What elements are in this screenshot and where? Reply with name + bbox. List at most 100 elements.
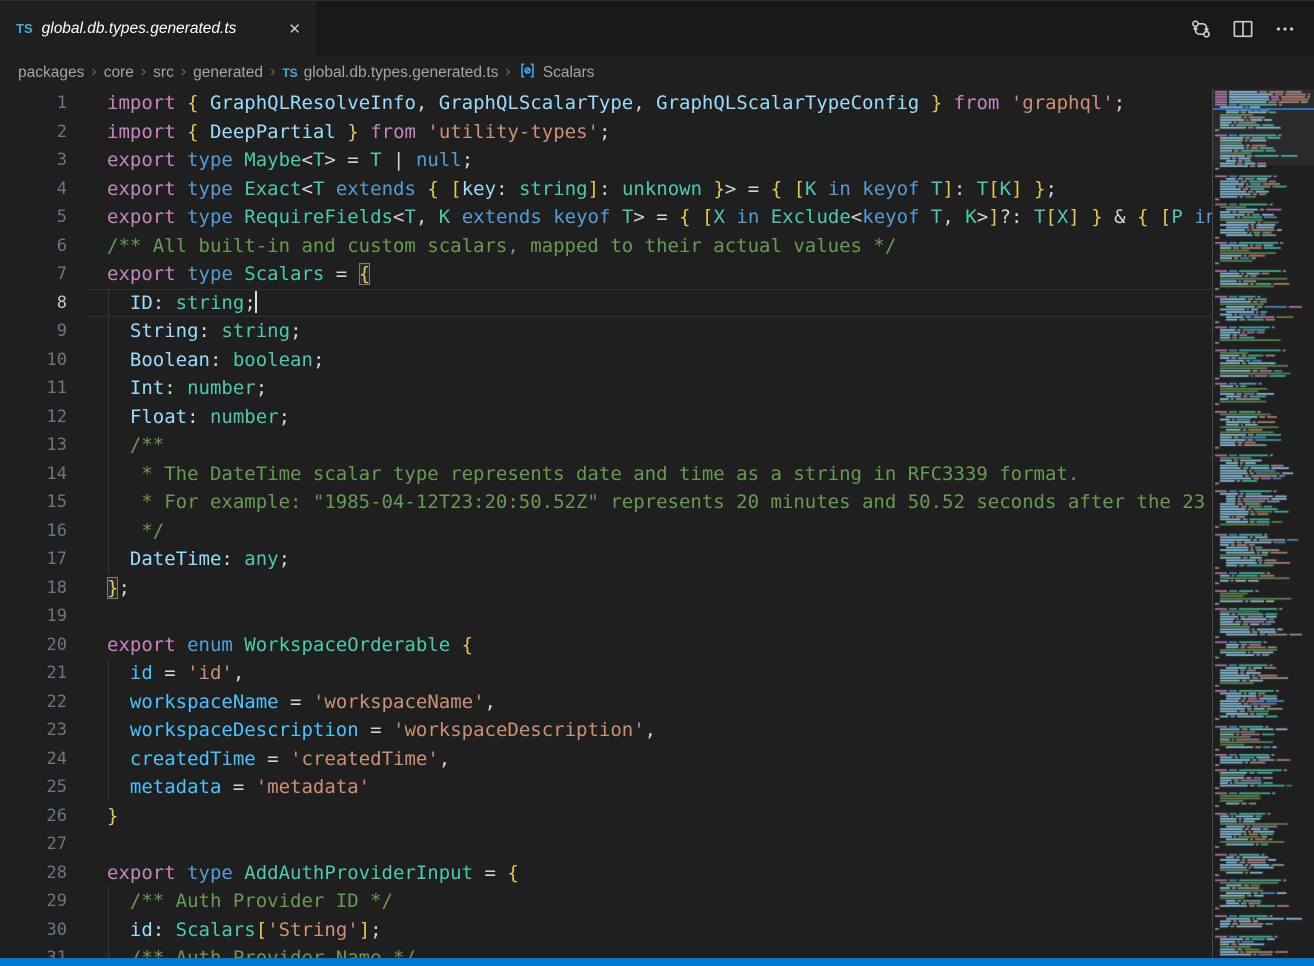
code-line[interactable]: Boolean: boolean; (88, 346, 1212, 375)
split-editor-icon[interactable] (1226, 12, 1260, 46)
code-line[interactable]: import { GraphQLResolveInfo, GraphQLScal… (88, 89, 1212, 118)
line-number[interactable]: 22 (0, 688, 88, 717)
indent-guide (108, 659, 109, 688)
code-line[interactable]: Float: number; (88, 403, 1212, 432)
line-number[interactable]: 29 (0, 887, 88, 916)
code-line[interactable]: id = 'id', (88, 659, 1212, 688)
line-number[interactable]: 2 (0, 118, 88, 147)
code-line[interactable]: */ (88, 517, 1212, 546)
breadcrumb-item[interactable]: core (104, 64, 134, 82)
code-line[interactable]: export type Exact<T extends { [key: stri… (88, 175, 1212, 204)
code-line[interactable]: workspaceName = 'workspaceName', (88, 688, 1212, 717)
minimap[interactable] (1212, 89, 1314, 958)
indent-guide (108, 431, 109, 460)
line-number[interactable]: 4 (0, 175, 88, 204)
line-number[interactable]: 23 (0, 716, 88, 745)
line-number[interactable]: 20 (0, 631, 88, 660)
status-bar[interactable] (0, 958, 1314, 966)
line-number[interactable]: 19 (0, 602, 88, 631)
line-number[interactable]: 30 (0, 916, 88, 945)
vscode-window: TS global.db.types.generated.ts ✕ (0, 0, 1314, 966)
code-line[interactable]: export type Maybe<T> = T | null; (88, 146, 1212, 175)
breadcrumb-item[interactable]: generated (193, 64, 263, 82)
line-number[interactable]: 10 (0, 346, 88, 375)
line-number[interactable]: 24 (0, 745, 88, 774)
code-line[interactable] (88, 602, 1212, 631)
line-number[interactable]: 9 (0, 317, 88, 346)
line-number[interactable]: 3 (0, 146, 88, 175)
breadcrumb-item[interactable]: packages (18, 64, 84, 82)
breadcrumb-item[interactable]: src (153, 64, 174, 82)
close-tab-icon[interactable]: ✕ (284, 18, 305, 40)
indent-guide (108, 346, 109, 375)
code-line[interactable]: * The DateTime scalar type represents da… (88, 460, 1212, 489)
code-line[interactable]: Int: number; (88, 374, 1212, 403)
code-line[interactable]: /** Auth Provider ID */ (88, 887, 1212, 916)
code-line[interactable]: createdTime = 'createdTime', (88, 745, 1212, 774)
open-changes-icon[interactable] (1184, 12, 1218, 46)
code-line[interactable]: metadata = 'metadata' (88, 773, 1212, 802)
code-line[interactable]: export type Scalars = { (88, 260, 1212, 289)
tab-bar: TS global.db.types.generated.ts ✕ (0, 1, 1314, 57)
indent-guide (108, 716, 109, 745)
code-line[interactable] (88, 830, 1212, 859)
indent-guide (108, 916, 109, 945)
line-number[interactable]: 5 (0, 203, 88, 232)
editor-actions (1184, 1, 1314, 56)
text-cursor (255, 291, 257, 313)
breadcrumb-separator: › (91, 63, 96, 81)
code-line[interactable]: import { DeepPartial } from 'utility-typ… (88, 118, 1212, 147)
line-number[interactable]: 27 (0, 830, 88, 859)
breadcrumb-label: Scalars (543, 64, 595, 82)
line-number[interactable]: 17 (0, 545, 88, 574)
breadcrumb-item[interactable]: Scalars (518, 61, 595, 85)
code-line[interactable]: * For example: "1985-04-12T23:20:50.52Z"… (88, 488, 1212, 517)
line-number[interactable]: 21 (0, 659, 88, 688)
tab-title: global.db.types.generated.ts (42, 20, 277, 38)
code-line[interactable]: ID: string; (88, 289, 1212, 318)
code-line[interactable]: export type RequireFields<T, K extends k… (88, 203, 1212, 232)
indent-guide (108, 317, 109, 346)
code-line[interactable]: workspaceDescription = 'workspaceDescrip… (88, 716, 1212, 745)
code-line[interactable]: String: string; (88, 317, 1212, 346)
line-number[interactable]: 12 (0, 403, 88, 432)
line-number[interactable]: 15 (0, 488, 88, 517)
line-number[interactable]: 7 (0, 260, 88, 289)
breadcrumb-separator: › (181, 63, 186, 81)
line-number[interactable]: 1 (0, 89, 88, 118)
line-number[interactable]: 14 (0, 460, 88, 489)
code-line[interactable]: export enum WorkspaceOrderable { (88, 631, 1212, 660)
line-number-gutter[interactable]: 1234567891011121314151617181920212223242… (0, 89, 88, 966)
code-line[interactable]: }; (88, 574, 1212, 603)
breadcrumb-item[interactable]: TSglobal.db.types.generated.ts (282, 64, 498, 82)
breadcrumb-label: generated (193, 64, 263, 82)
line-number[interactable]: 13 (0, 431, 88, 460)
line-number[interactable]: 28 (0, 859, 88, 888)
editor-tab[interactable]: TS global.db.types.generated.ts ✕ (0, 1, 316, 56)
indent-guide (108, 289, 109, 318)
code-line[interactable]: /** All built-in and custom scalars, map… (88, 232, 1212, 261)
line-number[interactable]: 11 (0, 374, 88, 403)
line-number[interactable]: 26 (0, 802, 88, 831)
line-number[interactable]: 8 (0, 289, 88, 318)
code-line[interactable]: /** (88, 431, 1212, 460)
line-number[interactable]: 18 (0, 574, 88, 603)
indent-guide (108, 403, 109, 432)
breadcrumb: packages›core›src›generated›TSglobal.db.… (0, 57, 1314, 89)
code-line[interactable]: export type AddAuthProviderInput = { (88, 859, 1212, 888)
symbol-type-icon (518, 61, 537, 85)
breadcrumb-label: packages (18, 64, 84, 82)
code-line[interactable]: } (88, 802, 1212, 831)
typescript-file-icon: TS (282, 66, 297, 80)
code-line[interactable]: id: Scalars['String']; (88, 916, 1212, 945)
more-actions-icon[interactable] (1268, 12, 1302, 46)
line-number[interactable]: 16 (0, 517, 88, 546)
line-number[interactable]: 6 (0, 232, 88, 261)
line-number[interactable]: 25 (0, 773, 88, 802)
code-line[interactable]: DateTime: any; (88, 545, 1212, 574)
breadcrumb-separator: › (505, 63, 510, 81)
breadcrumb-label: core (104, 64, 134, 82)
minimap-slider[interactable] (1213, 89, 1314, 165)
code-editor: 1234567891011121314151617181920212223242… (0, 89, 1212, 966)
indent-guide (108, 517, 109, 546)
